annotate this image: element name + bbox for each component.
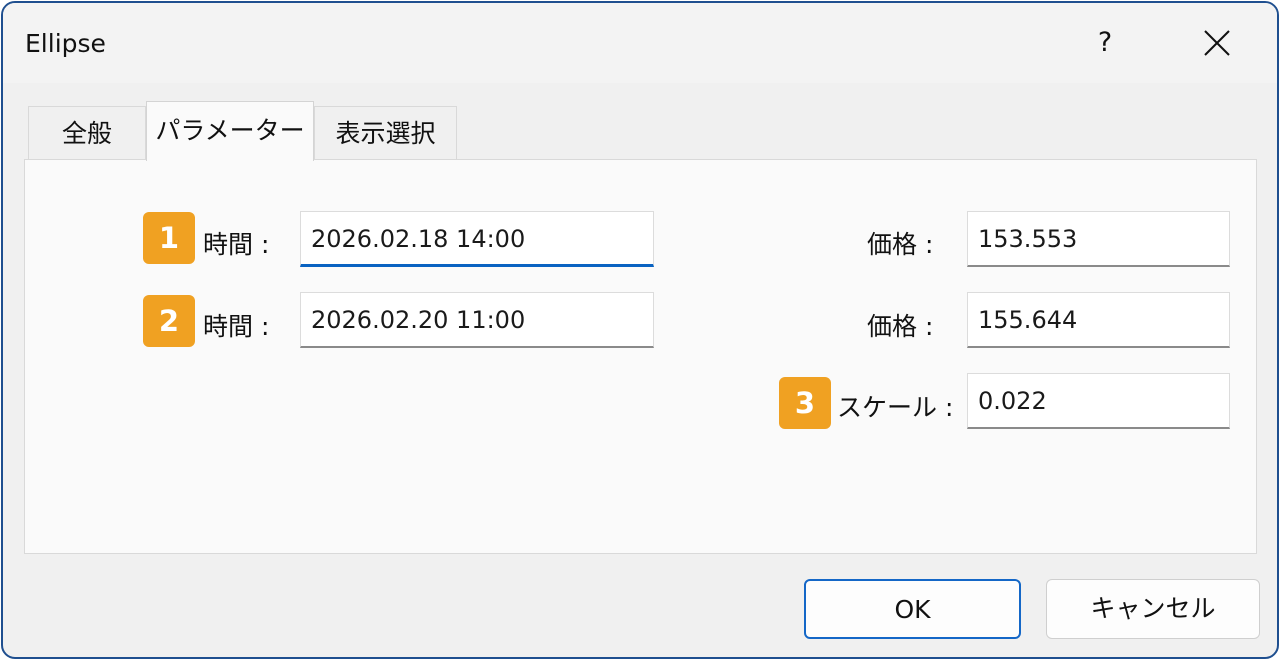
time1-input[interactable]: 2026.02.18 14:00	[300, 211, 654, 267]
ellipse-dialog: Ellipse ? 全般 パラメーター 表示選択 1 時間 : 2026.02.…	[1, 1, 1279, 659]
dialog-title: Ellipse	[25, 29, 106, 58]
time2-label: 時間 :	[203, 312, 270, 341]
tab-display-selection[interactable]: 表示選択	[314, 106, 457, 160]
tab-parameters[interactable]: パラメーター	[146, 101, 314, 161]
time2-input[interactable]: 2026.02.20 11:00	[300, 292, 654, 348]
title-bar: Ellipse ?	[3, 3, 1277, 83]
badge-3: 3	[779, 377, 831, 429]
price2-input[interactable]: 155.644	[967, 292, 1230, 348]
close-button[interactable]	[1195, 21, 1239, 65]
price1-label: 価格 :	[867, 230, 934, 259]
help-button[interactable]: ?	[1083, 21, 1127, 65]
tab-general[interactable]: 全般	[28, 106, 146, 160]
badge-2: 2	[143, 295, 195, 347]
price2-label: 価格 :	[867, 312, 934, 341]
badge-1: 1	[143, 212, 195, 264]
scale-input[interactable]: 0.022	[967, 373, 1230, 429]
close-icon	[1204, 30, 1230, 56]
cancel-button[interactable]: キャンセル	[1046, 579, 1260, 639]
scale-label: スケール :	[837, 393, 954, 422]
ok-button[interactable]: OK	[804, 579, 1021, 639]
time1-label: 時間 :	[203, 230, 270, 259]
price1-input[interactable]: 153.553	[967, 211, 1230, 267]
